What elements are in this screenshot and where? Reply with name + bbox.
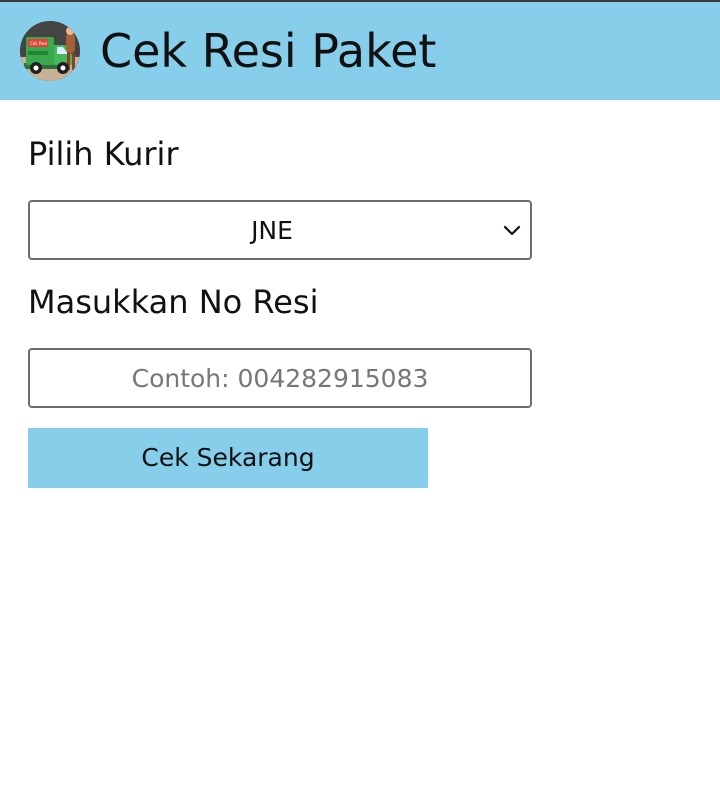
delivery-truck-logo-icon: Cek Resi <box>20 21 80 81</box>
resi-number-input[interactable] <box>28 348 532 408</box>
chevron-down-icon <box>503 225 521 236</box>
resi-check-form: Pilih Kurir JNE Masukkan No Resi Cek Sek… <box>0 100 720 808</box>
courier-label: Pilih Kurir <box>28 135 179 173</box>
app-header: Cek Resi Cek Resi Paket <box>0 2 720 100</box>
courier-select[interactable]: JNE <box>28 200 532 260</box>
check-now-button[interactable]: Cek Sekarang <box>28 428 428 488</box>
courier-selected-value: JNE <box>251 215 293 245</box>
page-title: Cek Resi Paket <box>100 24 437 78</box>
logo-badge-text: Cek Resi <box>30 41 47 46</box>
resi-label: Masukkan No Resi <box>28 283 319 321</box>
